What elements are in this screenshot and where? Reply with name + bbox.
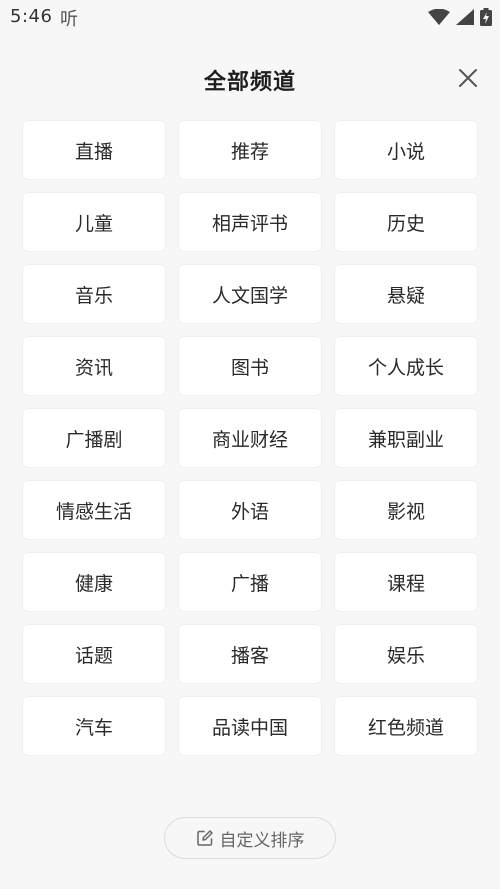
channel-item-podcast[interactable]: 播客 bbox=[178, 624, 322, 684]
channel-item-news[interactable]: 资讯 bbox=[22, 336, 166, 396]
channel-label: 情感生活 bbox=[55, 500, 132, 523]
channel-item-crosstalk[interactable]: 相声评书 bbox=[178, 192, 322, 252]
status-bar: 5:46 听 bbox=[0, 0, 500, 34]
status-time: 5:46 bbox=[10, 6, 53, 27]
channel-label: 外语 bbox=[230, 500, 269, 523]
channel-item-reading-china[interactable]: 品读中国 bbox=[178, 696, 322, 756]
channel-label: 图书 bbox=[230, 356, 269, 379]
channel-grid: 直播 推荐 小说 儿童 相声评书 历史 音乐 人文国学 悬疑 资讯 图书 个人成… bbox=[22, 120, 479, 756]
channel-label: 广播 bbox=[230, 572, 269, 595]
channel-item-emotion[interactable]: 情感生活 bbox=[22, 480, 166, 540]
channel-item-children[interactable]: 儿童 bbox=[22, 192, 166, 252]
channel-item-red-channel[interactable]: 红色频道 bbox=[334, 696, 478, 756]
channel-item-novel[interactable]: 小说 bbox=[334, 120, 478, 180]
battery-charging-icon bbox=[480, 8, 492, 26]
channel-item-entertainment[interactable]: 娱乐 bbox=[334, 624, 478, 684]
cellular-signal-icon bbox=[456, 9, 474, 25]
channel-label: 话题 bbox=[74, 644, 113, 667]
channel-item-radio[interactable]: 广播 bbox=[178, 552, 322, 612]
channel-label: 推荐 bbox=[230, 140, 269, 163]
channel-item-courses[interactable]: 课程 bbox=[334, 552, 478, 612]
close-icon bbox=[459, 69, 477, 87]
channel-item-side-job[interactable]: 兼职副业 bbox=[334, 408, 478, 468]
channel-item-foreign-language[interactable]: 外语 bbox=[178, 480, 322, 540]
channel-item-film-tv[interactable]: 影视 bbox=[334, 480, 478, 540]
channel-label: 儿童 bbox=[74, 212, 113, 235]
channel-item-music[interactable]: 音乐 bbox=[22, 264, 166, 324]
channel-item-personal-growth[interactable]: 个人成长 bbox=[334, 336, 478, 396]
wifi-icon bbox=[428, 9, 450, 25]
channel-label: 播客 bbox=[230, 644, 269, 667]
channel-label: 娱乐 bbox=[386, 644, 425, 667]
channel-label: 课程 bbox=[386, 572, 425, 595]
channel-label: 影视 bbox=[386, 500, 425, 523]
channel-label: 相声评书 bbox=[211, 212, 288, 235]
channel-label: 直播 bbox=[74, 140, 113, 163]
channel-item-live[interactable]: 直播 bbox=[22, 120, 166, 180]
channel-item-suspense[interactable]: 悬疑 bbox=[334, 264, 478, 324]
channel-item-recommend[interactable]: 推荐 bbox=[178, 120, 322, 180]
channel-label: 历史 bbox=[386, 212, 425, 235]
app-notification-icon: 听 bbox=[60, 9, 78, 30]
custom-sort-label: 自定义排序 bbox=[219, 830, 305, 851]
header: 全部频道 bbox=[0, 58, 500, 102]
channel-label: 红色频道 bbox=[367, 716, 444, 739]
channel-label: 健康 bbox=[74, 572, 113, 595]
channel-item-history[interactable]: 历史 bbox=[334, 192, 478, 252]
channel-label: 兼职副业 bbox=[367, 428, 444, 451]
edit-icon bbox=[196, 830, 213, 846]
custom-sort-button[interactable]: 自定义排序 bbox=[164, 817, 336, 859]
channel-item-topics[interactable]: 话题 bbox=[22, 624, 166, 684]
channel-label: 音乐 bbox=[74, 284, 113, 307]
channel-label: 个人成长 bbox=[367, 356, 444, 379]
page-title: 全部频道 bbox=[203, 70, 296, 95]
channel-item-auto[interactable]: 汽车 bbox=[22, 696, 166, 756]
channel-label: 品读中国 bbox=[211, 716, 288, 739]
channel-label: 广播剧 bbox=[65, 428, 123, 451]
channel-item-radio-drama[interactable]: 广播剧 bbox=[22, 408, 166, 468]
channel-item-business[interactable]: 商业财经 bbox=[178, 408, 322, 468]
channel-label: 资讯 bbox=[74, 356, 113, 379]
close-button[interactable] bbox=[456, 66, 480, 90]
channel-label: 小说 bbox=[386, 140, 425, 163]
channel-item-books[interactable]: 图书 bbox=[178, 336, 322, 396]
channel-label: 悬疑 bbox=[386, 284, 425, 307]
channel-item-humanities[interactable]: 人文国学 bbox=[178, 264, 322, 324]
channel-label: 人文国学 bbox=[211, 284, 288, 307]
channel-item-health[interactable]: 健康 bbox=[22, 552, 166, 612]
channel-label: 商业财经 bbox=[211, 428, 288, 451]
channel-label: 汽车 bbox=[74, 716, 113, 739]
status-icons bbox=[428, 8, 492, 26]
